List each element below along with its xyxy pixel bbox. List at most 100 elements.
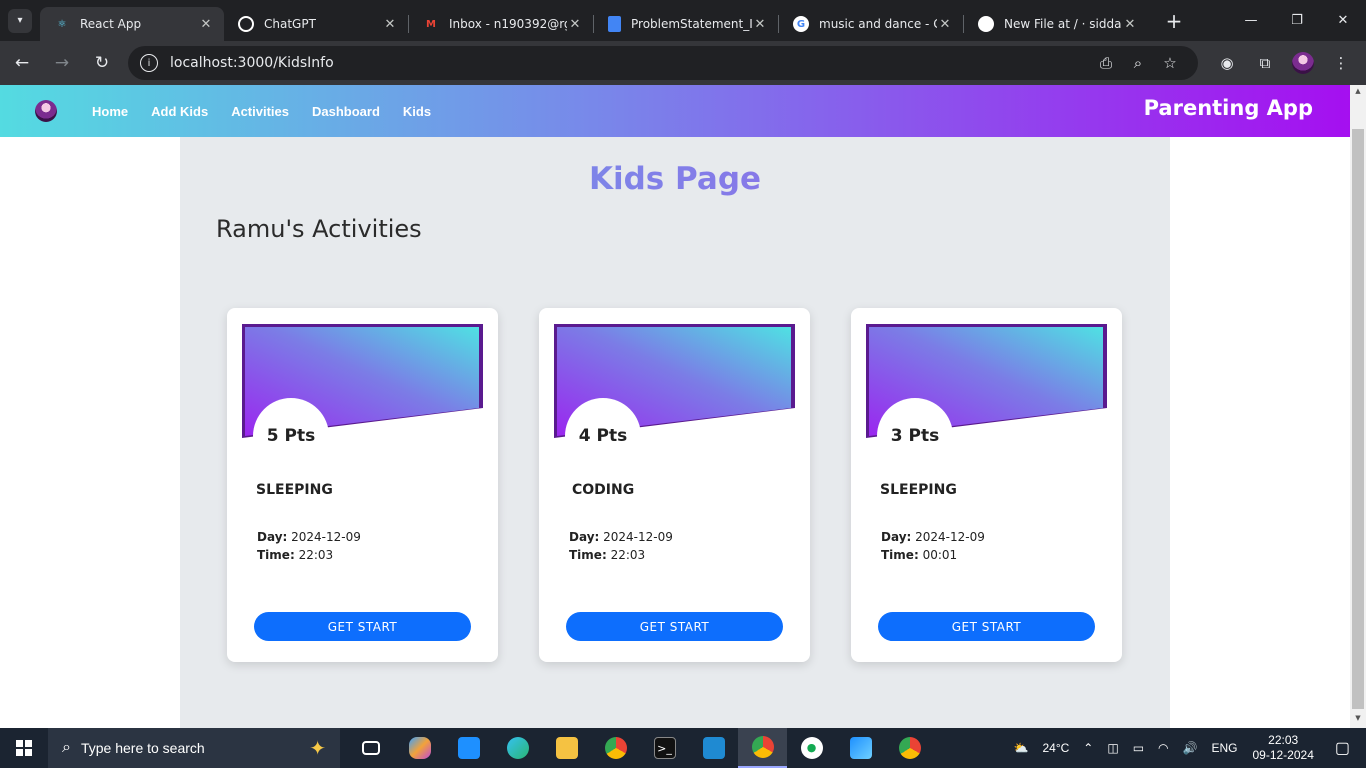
- tab-github[interactable]: New File at / · siddard ✕: [964, 7, 1148, 41]
- language-indicator[interactable]: ENG: [1211, 741, 1237, 755]
- notification-icon[interactable]: ▢: [1335, 738, 1350, 758]
- wifi-icon[interactable]: ◠: [1158, 741, 1168, 755]
- activity-card: 3 Pts SLEEPING Day: 2024-12-09 Time: 00:…: [851, 308, 1122, 662]
- activity-meta: Day: 2024-12-09 Time: 22:03: [257, 528, 361, 564]
- reload-icon[interactable]: ↻: [84, 45, 120, 81]
- chrome-icon[interactable]: [591, 728, 640, 768]
- activity-name: SLEEPING: [880, 482, 957, 498]
- profile-avatar[interactable]: [1284, 46, 1322, 80]
- volume-icon[interactable]: 🔊: [1183, 741, 1198, 755]
- zoom-icon[interactable]: ⌕: [1122, 54, 1154, 72]
- clock-date: 09-12-2024: [1252, 748, 1314, 762]
- chevron-up-icon[interactable]: ⌃: [1083, 741, 1093, 755]
- browser-toolbar: ← → ↻ i localhost:3000/KidsInfo ⎙ ⌕ ☆ ◉ …: [0, 41, 1366, 85]
- day-label: Day:: [569, 530, 600, 544]
- get-start-button[interactable]: GET START: [878, 612, 1095, 641]
- tab-title: ProblemStatement_III: [631, 17, 752, 31]
- day-value: 2024-12-09: [915, 530, 985, 544]
- close-icon[interactable]: ✕: [1122, 17, 1138, 32]
- search-icon: ⌕: [62, 739, 71, 756]
- bookmark-star-icon[interactable]: ☆: [1154, 54, 1186, 72]
- terminal-icon[interactable]: >_: [640, 728, 689, 768]
- nav-add-kids[interactable]: Add Kids: [151, 104, 208, 119]
- tab-title: ChatGPT: [264, 17, 316, 31]
- activity-name: CODING: [572, 482, 635, 498]
- page-scrollbar[interactable]: ▲ ▼: [1350, 85, 1366, 728]
- extension-avatar-icon[interactable]: ◉: [1208, 46, 1246, 80]
- time-value: 22:03: [298, 548, 334, 562]
- section-title: Ramu's Activities: [216, 215, 422, 243]
- chrome-profile-icon[interactable]: [738, 728, 787, 768]
- tab-docs[interactable]: ProblemStatement_III ✕: [594, 7, 778, 41]
- taskbar-apps: >_ ●: [346, 728, 934, 768]
- time-label: Time:: [569, 548, 607, 562]
- install-app-icon[interactable]: ⎙: [1090, 54, 1122, 72]
- url-text[interactable]: localhost:3000/KidsInfo: [170, 55, 1090, 71]
- time-label: Time:: [257, 548, 295, 562]
- back-arrow-icon[interactable]: ←: [4, 45, 40, 81]
- get-start-button[interactable]: GET START: [566, 612, 783, 641]
- photos-icon[interactable]: [836, 728, 885, 768]
- points-badge: 4 Pts: [565, 398, 641, 474]
- scroll-up-icon[interactable]: ▲: [1350, 87, 1366, 99]
- close-icon[interactable]: ✕: [567, 17, 583, 32]
- meet-icon[interactable]: ◫: [1107, 741, 1118, 755]
- store-icon[interactable]: [444, 728, 493, 768]
- tab-search-chevron-icon[interactable]: ▾: [8, 8, 32, 33]
- copilot-icon[interactable]: [395, 728, 444, 768]
- close-icon[interactable]: ✕: [382, 17, 398, 32]
- activity-card: 5 Pts SLEEPING Day: 2024-12-09 Time: 22:…: [227, 308, 498, 662]
- main-content: Kids Page Ramu's Activities 5 Pts SLEEPI…: [180, 137, 1170, 728]
- nav-kids[interactable]: Kids: [403, 104, 431, 119]
- tab-react-app[interactable]: ⚛ React App ✕: [40, 7, 224, 41]
- tab-title: Inbox - n190392@rgu: [449, 17, 567, 31]
- activity-name: SLEEPING: [256, 482, 333, 498]
- vscode-icon[interactable]: [689, 728, 738, 768]
- extensions-puzzle-icon[interactable]: ⧉: [1246, 46, 1284, 80]
- clock-time: 22:03: [1268, 733, 1299, 747]
- scroll-down-icon[interactable]: ▼: [1350, 714, 1366, 726]
- start-button[interactable]: [0, 728, 48, 768]
- time-label: Time:: [881, 548, 919, 562]
- weather-icon[interactable]: ⛅: [1014, 741, 1029, 755]
- close-icon[interactable]: ✕: [937, 17, 953, 32]
- get-start-button[interactable]: GET START: [254, 612, 471, 641]
- app-logo[interactable]: [35, 100, 57, 122]
- scroll-thumb[interactable]: [1352, 129, 1364, 709]
- day-value: 2024-12-09: [291, 530, 361, 544]
- site-info-icon[interactable]: i: [140, 54, 158, 72]
- task-view-icon[interactable]: [346, 728, 395, 768]
- system-tray: ⛅ 24°C ⌃ ◫ ▭ ◠ 🔊 ENG 22:03 09-12-2024 ▢: [1007, 728, 1366, 768]
- tab-gmail[interactable]: M Inbox - n190392@rgu ✕: [409, 7, 593, 41]
- brand-title[interactable]: Parenting App: [1144, 96, 1313, 120]
- clock[interactable]: 22:03 09-12-2024: [1252, 733, 1313, 763]
- time-value: 22:03: [610, 548, 646, 562]
- nav-activities[interactable]: Activities: [231, 104, 289, 119]
- new-tab-button[interactable]: +: [1160, 9, 1188, 33]
- weather-temp[interactable]: 24°C: [1042, 741, 1069, 755]
- battery-icon[interactable]: ▭: [1133, 741, 1144, 755]
- mongodb-icon[interactable]: ●: [787, 728, 836, 768]
- tab-google[interactable]: G music and dance - Go ✕: [779, 7, 963, 41]
- day-label: Day:: [881, 530, 912, 544]
- nav-home[interactable]: Home: [92, 104, 128, 119]
- copilot-sparkle-icon[interactable]: ✦: [309, 736, 326, 761]
- day-label: Day:: [257, 530, 288, 544]
- kebab-menu-icon[interactable]: ⋮: [1322, 46, 1360, 80]
- minimize-icon[interactable]: —: [1228, 0, 1274, 41]
- close-icon[interactable]: ✕: [198, 17, 214, 32]
- address-bar[interactable]: i localhost:3000/KidsInfo ⎙ ⌕ ☆: [128, 46, 1198, 80]
- edge-icon[interactable]: [493, 728, 542, 768]
- file-explorer-icon[interactable]: [542, 728, 591, 768]
- nav-dashboard[interactable]: Dashboard: [312, 104, 380, 119]
- forward-arrow-icon[interactable]: →: [44, 45, 80, 81]
- restore-icon[interactable]: ❐: [1274, 0, 1320, 41]
- tab-chatgpt[interactable]: ChatGPT ✕: [224, 7, 408, 41]
- chrome-alt-icon[interactable]: [885, 728, 934, 768]
- close-window-icon[interactable]: ✕: [1320, 0, 1366, 41]
- day-value: 2024-12-09: [603, 530, 673, 544]
- nav-links: Home Add Kids Activities Dashboard Kids: [92, 104, 454, 119]
- gmail-icon: M: [426, 18, 436, 30]
- close-icon[interactable]: ✕: [752, 17, 768, 32]
- taskbar-search[interactable]: ⌕ Type here to search ✦: [48, 728, 340, 768]
